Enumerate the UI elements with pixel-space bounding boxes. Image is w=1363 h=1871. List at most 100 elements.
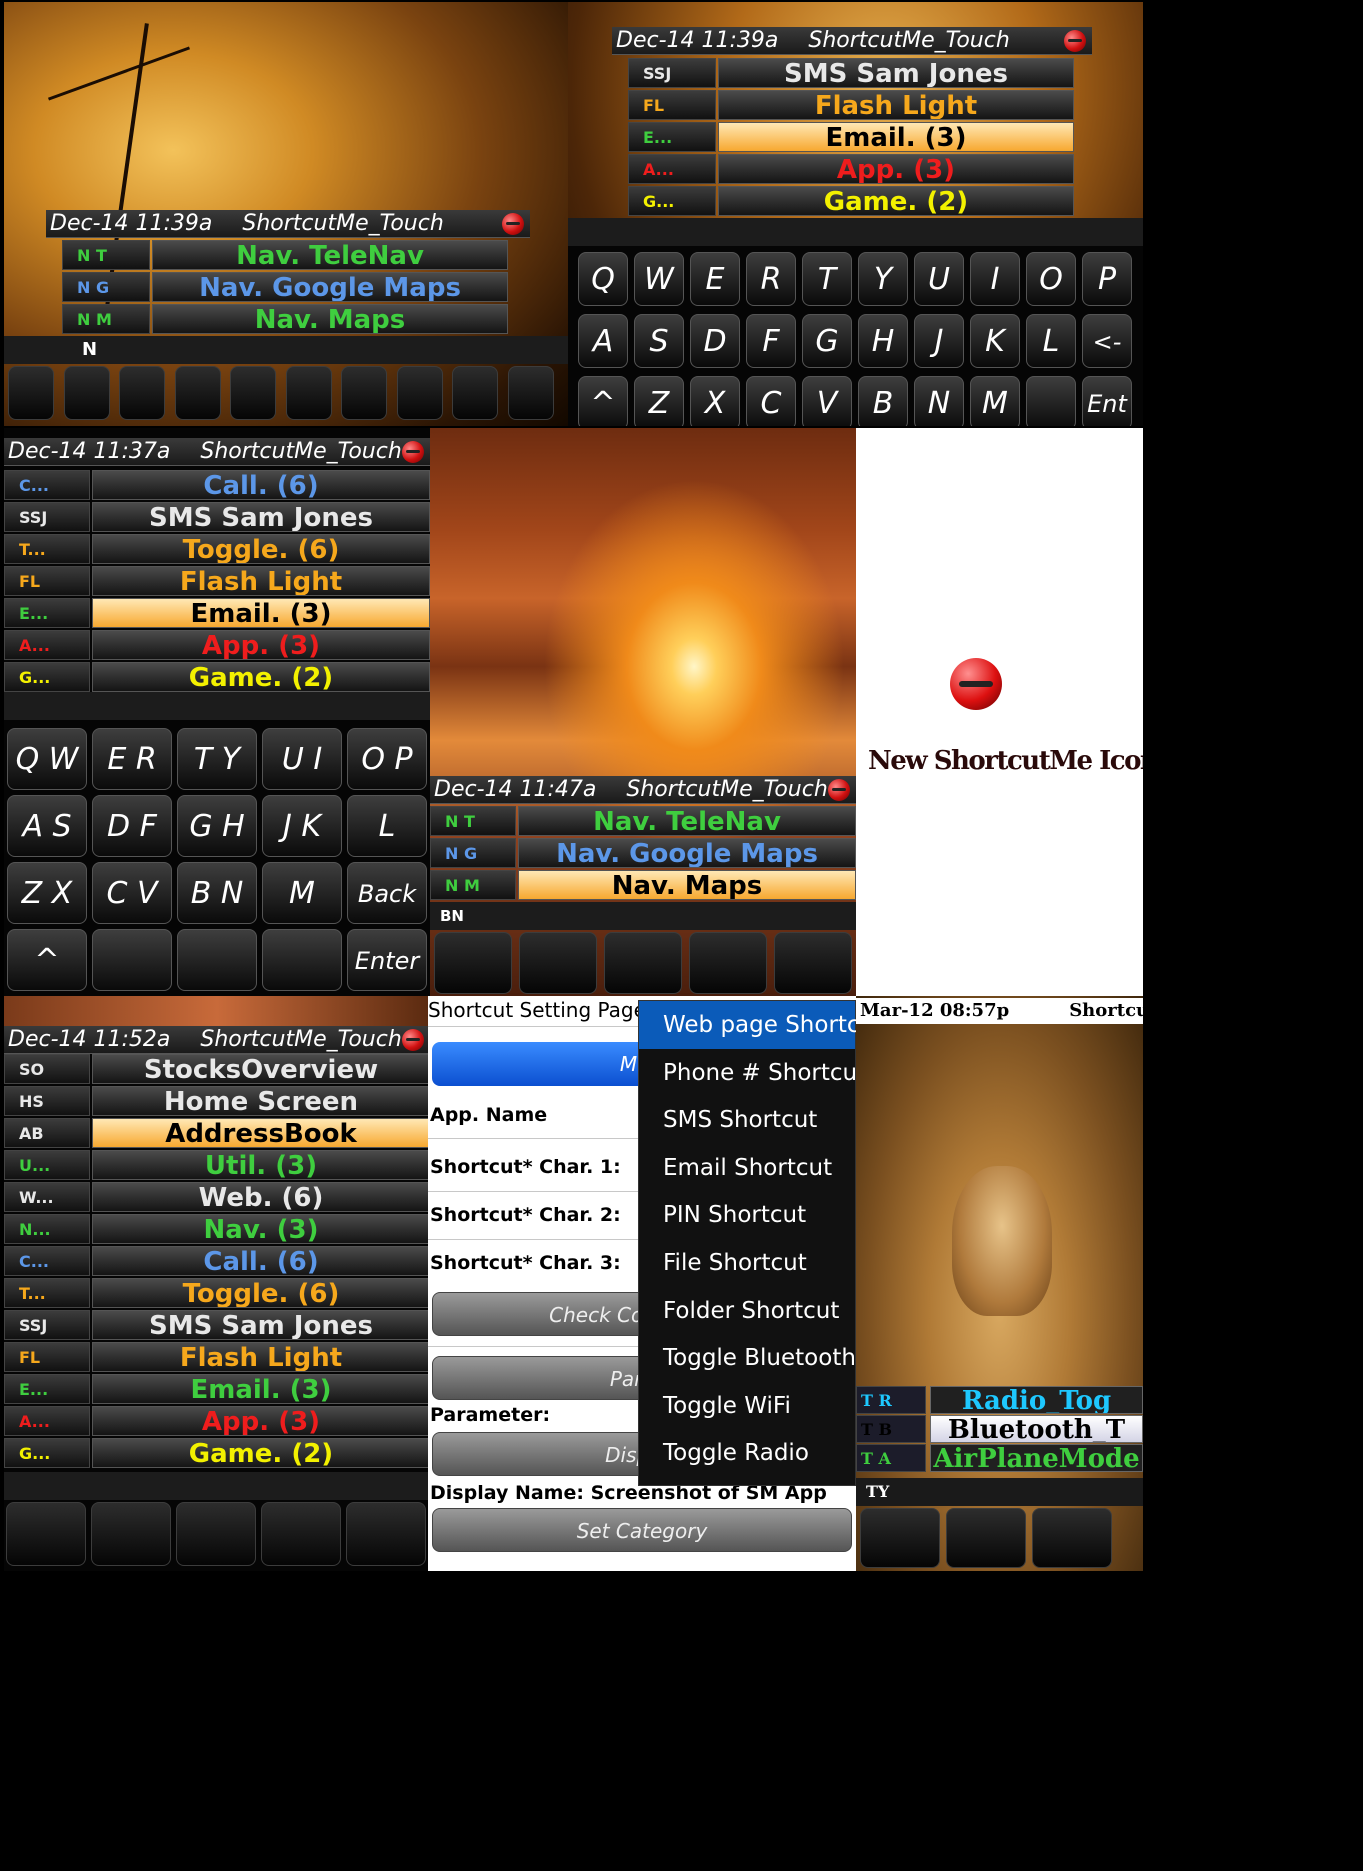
list-item[interactable]: FL Flash Light bbox=[4, 1342, 430, 1374]
soft-button[interactable] bbox=[396, 366, 443, 420]
key-e_r[interactable]: E R bbox=[92, 728, 172, 790]
menu-item[interactable]: Phone # Shortcut bbox=[639, 1049, 856, 1097]
list-item[interactable]: A... App. (3) bbox=[4, 1406, 430, 1438]
list-item[interactable]: A... App. (3) bbox=[628, 154, 1074, 186]
soft-button[interactable] bbox=[230, 366, 276, 420]
key-o_p[interactable]: O P bbox=[347, 728, 427, 790]
key-x[interactable]: X bbox=[690, 376, 740, 426]
key-u_i[interactable]: U I bbox=[262, 728, 342, 790]
shortcutme-logo-icon[interactable] bbox=[402, 441, 424, 463]
soft-button[interactable] bbox=[519, 932, 597, 994]
menu-item[interactable]: Toggle Bluetooth bbox=[639, 1334, 856, 1382]
menu-item[interactable]: Web page Shortcut bbox=[639, 1001, 856, 1049]
soft-button[interactable] bbox=[434, 932, 512, 994]
key-a[interactable]: A bbox=[578, 314, 628, 368]
shortcutme-logo-icon[interactable] bbox=[502, 213, 524, 235]
menu-item[interactable]: Toggle WiFi bbox=[639, 1382, 855, 1430]
key-blank[interactable] bbox=[92, 929, 172, 991]
soft-button[interactable] bbox=[176, 1502, 256, 1566]
list-item[interactable]: E... Email. (3) bbox=[4, 598, 430, 630]
list-item[interactable]: N T Nav. TeleNav bbox=[430, 806, 856, 838]
key-ent[interactable]: Ent bbox=[1082, 376, 1132, 426]
list-item[interactable]: T R Radio_Tog bbox=[856, 1386, 1143, 1416]
list-item[interactable]: SSJ SMS Sam Jones bbox=[628, 58, 1074, 90]
list-item[interactable]: G... Game. (2) bbox=[628, 186, 1074, 218]
soft-button[interactable] bbox=[63, 366, 110, 420]
key-blank[interactable] bbox=[262, 929, 342, 991]
soft-button[interactable] bbox=[774, 932, 852, 994]
key-o[interactable]: O bbox=[1026, 252, 1076, 306]
key-w[interactable]: W bbox=[634, 252, 684, 306]
soft-button[interactable] bbox=[174, 366, 221, 420]
key-c[interactable]: C bbox=[746, 376, 796, 426]
list-item[interactable]: U... Util. (3) bbox=[4, 1150, 430, 1182]
soft-button[interactable] bbox=[8, 366, 54, 420]
soft-button[interactable] bbox=[346, 1502, 426, 1566]
shortcutme-logo-icon[interactable] bbox=[828, 779, 850, 801]
key-c_v[interactable]: C V bbox=[92, 862, 172, 924]
list-item[interactable]: SO StocksOverview bbox=[4, 1054, 430, 1086]
soft-button[interactable] bbox=[689, 932, 767, 994]
list-item[interactable]: G... Game. (2) bbox=[4, 662, 430, 694]
list-item[interactable]: C... Call. (6) bbox=[4, 1246, 430, 1278]
list-item[interactable]: E... Email. (3) bbox=[4, 1374, 430, 1406]
key-d[interactable]: D bbox=[690, 314, 740, 368]
search-input[interactable]: BN bbox=[430, 902, 856, 930]
list-item[interactable]: T B Bluetooth_T bbox=[856, 1415, 1143, 1445]
soft-button[interactable] bbox=[6, 1502, 86, 1566]
key-t[interactable]: T bbox=[802, 252, 852, 306]
soft-button[interactable] bbox=[452, 366, 498, 420]
key-k[interactable]: K bbox=[970, 314, 1020, 368]
soft-button[interactable] bbox=[860, 1508, 940, 1568]
list-item[interactable]: T A AirPlaneMode bbox=[856, 1444, 1143, 1474]
key-a_s[interactable]: A S bbox=[7, 795, 87, 857]
soft-button[interactable] bbox=[507, 366, 554, 420]
list-item[interactable]: HS Home Screen bbox=[4, 1086, 430, 1118]
menu-item[interactable]: SMS Shortcut bbox=[639, 1096, 855, 1144]
key-blank[interactable] bbox=[177, 929, 257, 991]
shortcutme-logo-icon[interactable] bbox=[402, 1029, 424, 1051]
key-g_h[interactable]: G H bbox=[177, 795, 257, 857]
menu-item[interactable]: Email Shortcut bbox=[639, 1144, 855, 1192]
key-r[interactable]: R bbox=[746, 252, 796, 306]
search-input[interactable]: N bbox=[4, 336, 568, 364]
key-n[interactable]: N bbox=[914, 376, 964, 426]
search-input[interactable]: TY bbox=[856, 1478, 1143, 1506]
key-d_f[interactable]: D F bbox=[92, 795, 172, 857]
list-item[interactable]: N... Nav. (3) bbox=[4, 1214, 430, 1246]
key-m[interactable]: M bbox=[970, 376, 1020, 426]
list-item[interactable]: N T Nav. TeleNav bbox=[62, 240, 508, 272]
list-item[interactable]: SSJ SMS Sam Jones bbox=[4, 1310, 430, 1342]
key-j[interactable]: J bbox=[914, 314, 964, 368]
list-item[interactable]: T... Toggle. (6) bbox=[4, 1278, 430, 1310]
key-b[interactable]: B bbox=[858, 376, 908, 426]
key-_[interactable]: ^ bbox=[578, 376, 628, 426]
list-item[interactable]: AB AddressBook bbox=[4, 1118, 430, 1150]
key-j_k[interactable]: J K bbox=[262, 795, 342, 857]
key-b_n[interactable]: B N bbox=[177, 862, 257, 924]
soft-button[interactable] bbox=[91, 1502, 171, 1566]
soft-button[interactable] bbox=[285, 366, 332, 420]
list-item[interactable]: W... Web. (6) bbox=[4, 1182, 430, 1214]
menu-item[interactable]: Toggle Radio bbox=[639, 1429, 855, 1477]
list-item[interactable]: N G Nav. Google Maps bbox=[62, 272, 508, 304]
key-y[interactable]: Y bbox=[858, 252, 908, 306]
list-item[interactable]: C... Call. (6) bbox=[4, 470, 430, 502]
soft-button[interactable] bbox=[604, 932, 682, 994]
list-item[interactable]: A... App. (3) bbox=[4, 630, 430, 662]
list-item[interactable]: SSJ SMS Sam Jones bbox=[4, 502, 430, 534]
menu-item[interactable]: PIN Shortcut bbox=[639, 1191, 855, 1239]
menu-item[interactable]: Folder Shortcut bbox=[639, 1287, 855, 1335]
key-z_x[interactable]: Z X bbox=[7, 862, 87, 924]
list-item[interactable]: FL Flash Light bbox=[628, 90, 1074, 122]
list-item[interactable]: G... Game. (2) bbox=[4, 1438, 430, 1470]
list-item[interactable]: FL Flash Light bbox=[4, 566, 430, 598]
key-v[interactable]: V bbox=[802, 376, 852, 426]
soft-button[interactable] bbox=[261, 1502, 341, 1566]
key-i[interactable]: I bbox=[970, 252, 1020, 306]
key-back[interactable]: Back bbox=[347, 862, 427, 924]
key-p[interactable]: P bbox=[1082, 252, 1132, 306]
set-category-button[interactable]: Set Category bbox=[432, 1508, 852, 1552]
key-h[interactable]: H bbox=[858, 314, 908, 368]
key-q_w[interactable]: Q W bbox=[7, 728, 87, 790]
